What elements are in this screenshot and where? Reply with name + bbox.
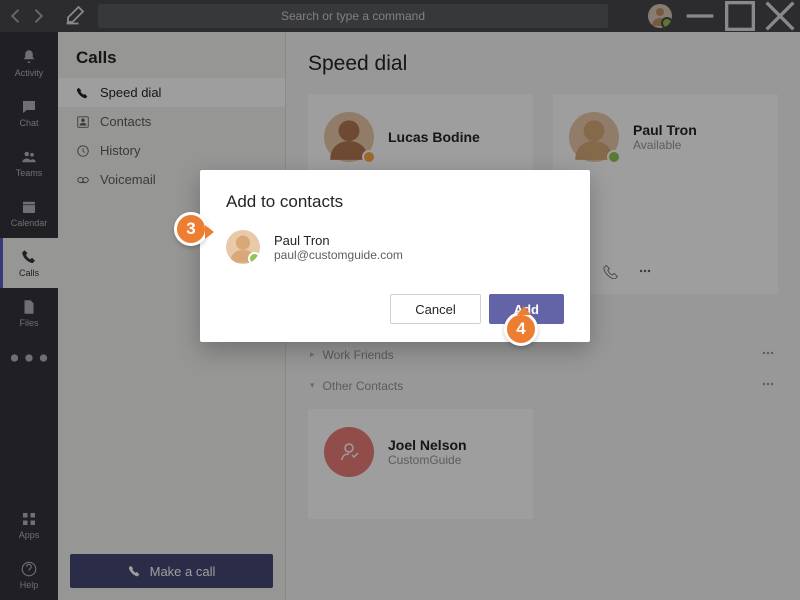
step-badge-4: 4 (504, 312, 538, 346)
modal-contact-row: Paul Tron paul@customguide.com (226, 230, 564, 264)
step-number: 4 (516, 319, 525, 339)
step-badge-3: 3 (174, 212, 208, 246)
step-number: 3 (186, 219, 195, 239)
cancel-button[interactable]: Cancel (390, 294, 480, 324)
person-icon (226, 230, 260, 264)
modal-contact-name: Paul Tron (274, 233, 403, 248)
avatar (226, 230, 260, 264)
modal-contact-email: paul@customguide.com (274, 248, 403, 262)
button-label: Cancel (415, 302, 455, 317)
modal-title: Add to contacts (226, 192, 564, 212)
